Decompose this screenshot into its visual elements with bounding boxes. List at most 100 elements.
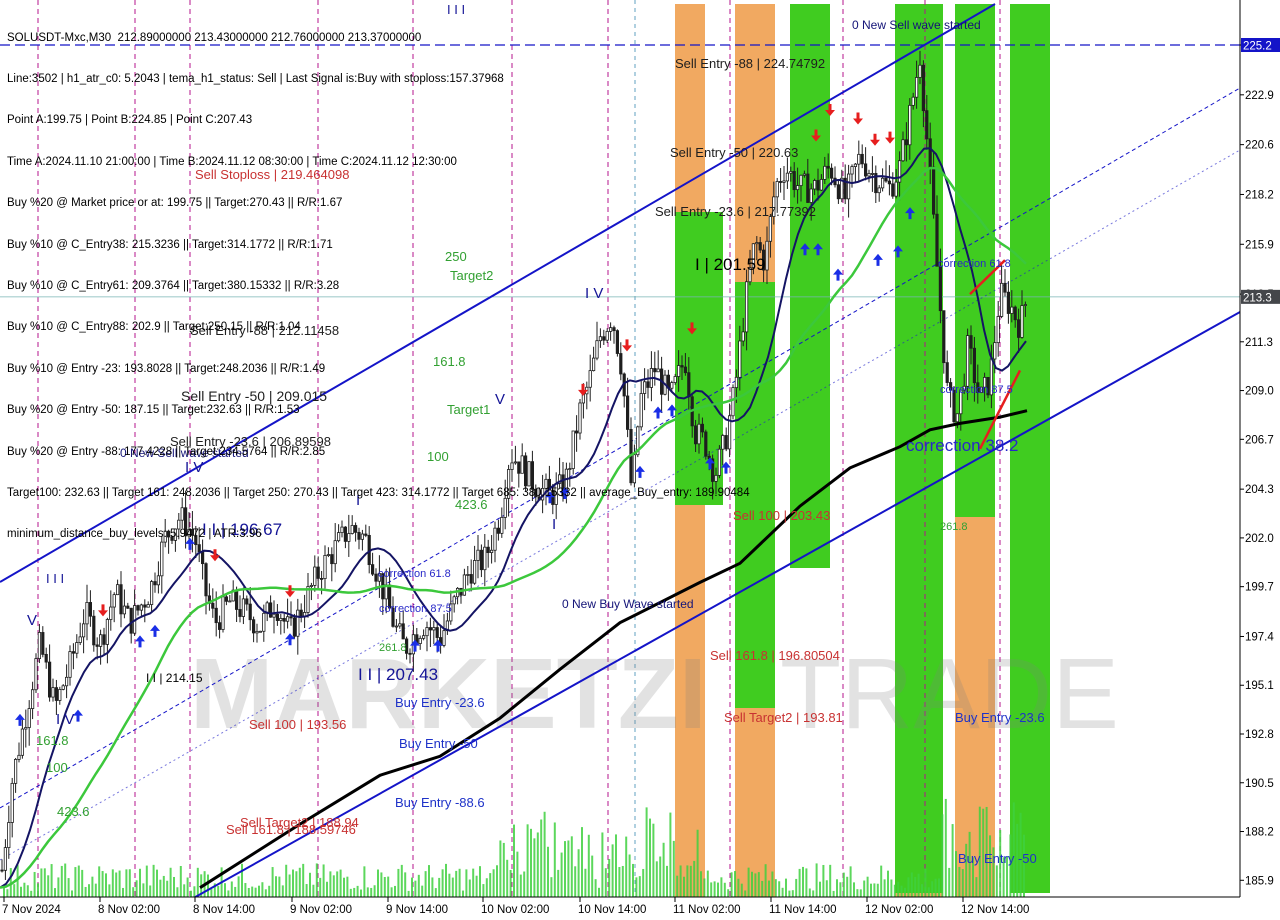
volume-bar (81, 869, 84, 897)
volume-bar (737, 878, 740, 897)
info-line: Buy %10 @ C_Entry38: 215.3236 || Target:… (7, 238, 333, 251)
volume-bar (513, 824, 515, 897)
annotation-label: 261.8 (940, 521, 968, 533)
candle-body (146, 604, 150, 608)
volume-bar (989, 835, 991, 897)
candle-body (313, 566, 317, 586)
volume-bar (761, 880, 764, 897)
price-tick-label: 222.9 (1245, 90, 1274, 102)
volume-bar (373, 885, 376, 897)
candle-body (877, 187, 881, 194)
volume-bar (645, 807, 648, 897)
volume-bar (723, 882, 726, 897)
volume-bar (489, 873, 492, 897)
volume-bar (186, 877, 189, 897)
volume-bar (744, 890, 747, 897)
annotation-label: Buy Entry -88.6 (395, 795, 485, 810)
candle-body (24, 727, 28, 730)
volume-bar (149, 885, 152, 897)
volume-bar (485, 878, 488, 897)
candle-body (789, 171, 793, 174)
candle-body (775, 181, 779, 198)
sell-arrow-icon (885, 131, 895, 144)
volume-bar (880, 865, 883, 897)
volume-bar (43, 868, 46, 897)
volume-bar (115, 872, 118, 897)
volume-bar (247, 887, 250, 897)
buy-arrow-icon (150, 624, 160, 637)
volume-bar (390, 887, 393, 897)
candle-body (330, 554, 334, 565)
candle-body (864, 163, 868, 177)
volume-bar (526, 824, 529, 897)
candle-body (884, 177, 888, 182)
candle-body (782, 180, 786, 183)
volume-bar (757, 872, 760, 897)
annotation-label: Buy Entry -23.6 (395, 695, 485, 710)
candle-body (214, 607, 218, 624)
volume-bar (400, 864, 403, 897)
candle-body (860, 153, 864, 165)
volume-bar (428, 865, 430, 897)
candle-body (217, 622, 222, 630)
candle-body (228, 600, 232, 603)
volume-bar (587, 834, 590, 897)
candle-body (853, 163, 858, 167)
volume-bar (210, 889, 213, 897)
annotation-label: 423.6 (57, 804, 90, 819)
candle-body (68, 651, 72, 678)
volume-bar (360, 889, 362, 897)
candle-body (996, 316, 1000, 344)
volume-bar (404, 872, 407, 897)
volume-bar (502, 842, 505, 897)
volume-bar (57, 877, 60, 897)
volume-bar (754, 873, 757, 897)
volume-bar (632, 863, 634, 897)
volume-bar (377, 869, 379, 897)
volume-bar (322, 864, 325, 897)
sell-arrow-icon (285, 585, 295, 598)
volume-bar (509, 869, 512, 897)
volume-bar (825, 880, 828, 897)
candle-body (925, 110, 929, 140)
volume-bar (846, 876, 849, 897)
volume-bar (961, 869, 964, 897)
volume-bar (108, 884, 111, 897)
buy-arrow-icon (135, 635, 145, 648)
candle-body (867, 173, 871, 177)
candle-body (34, 658, 38, 691)
volume-bar (196, 867, 199, 897)
volume-bar (560, 852, 563, 897)
volume-bar (662, 842, 665, 897)
volume-bar (975, 877, 978, 897)
candle-body (870, 173, 875, 175)
volume-bar (397, 868, 400, 897)
volume-bar (730, 872, 733, 897)
volume-bar (26, 885, 29, 897)
volume-bar (33, 871, 36, 897)
volume-bar (768, 880, 770, 897)
volume-bar (88, 884, 90, 897)
candle-body (442, 630, 446, 646)
candle-body (1010, 306, 1014, 314)
volume-bar (468, 879, 471, 897)
candle-body (282, 617, 286, 622)
volume-bar (958, 866, 961, 897)
volume-bar (132, 887, 135, 897)
volume-bar (870, 883, 872, 897)
buy-arrow-icon (15, 713, 25, 726)
time-tick-label: 11 Nov 02:00 (673, 904, 741, 916)
info-panel: SOLUSDT-Mxc,M30 212.89000000 213.4300000… (7, 4, 750, 556)
volume-bar (411, 877, 413, 897)
volume-bar (305, 884, 308, 897)
annotation-label: V (27, 612, 37, 629)
candle-body (1013, 306, 1017, 321)
price-tick-label: 199.7 (1245, 582, 1274, 594)
volume-bar (594, 879, 597, 897)
candle-body (119, 584, 123, 615)
candle-body (836, 184, 841, 200)
candle-body (241, 598, 245, 617)
candle-body (149, 581, 154, 605)
candle-body (898, 160, 902, 183)
time-tick-label: 9 Nov 02:00 (290, 904, 352, 916)
